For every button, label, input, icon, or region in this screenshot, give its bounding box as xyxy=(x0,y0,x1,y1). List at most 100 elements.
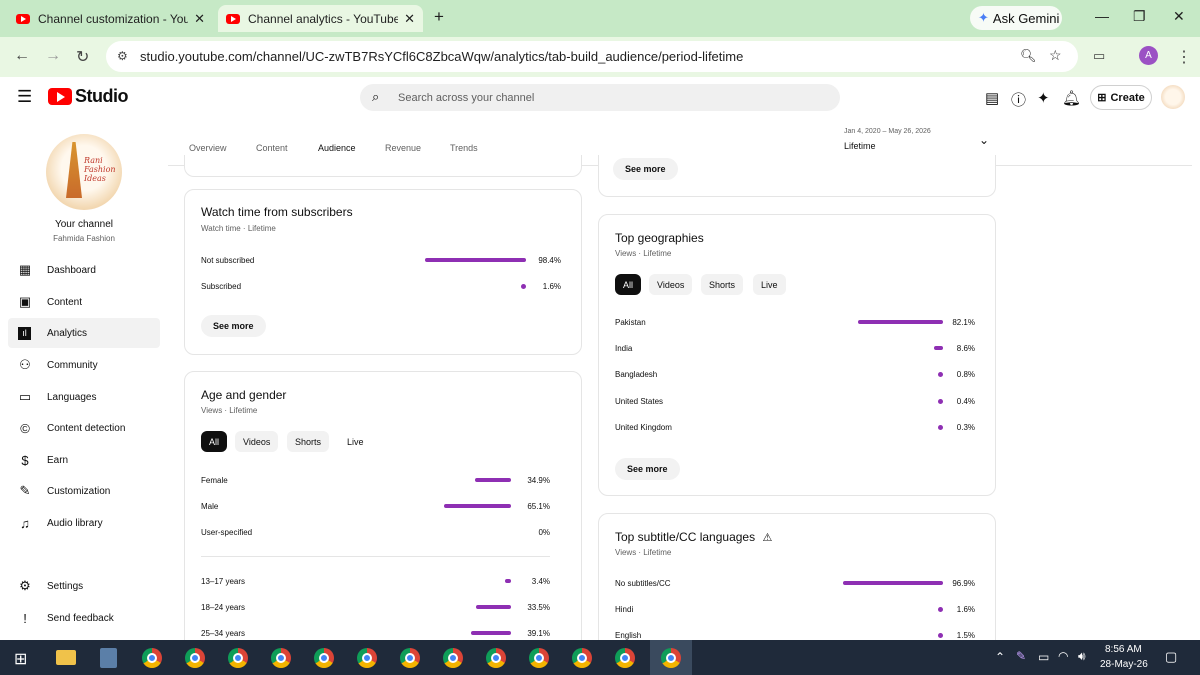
see-more-button[interactable]: See more xyxy=(613,158,678,180)
pen-icon[interactable]: ✎ xyxy=(1016,649,1026,663)
tray-chevron-icon[interactable]: ⌃ xyxy=(995,650,1005,664)
notifications-icon[interactable]: ▢ xyxy=(1165,649,1177,665)
sidebar-item-audio-library[interactable]: ♫ Audio library xyxy=(8,508,160,538)
tab-audience[interactable]: Audience xyxy=(318,143,356,153)
close-window-icon[interactable]: ✕ xyxy=(1173,8,1185,25)
sidebar-item-dashboard[interactable]: ▦ Dashboard xyxy=(8,255,160,285)
youtube-logo-icon[interactable] xyxy=(48,88,72,105)
tab-close-icon[interactable]: ✕ xyxy=(194,11,205,27)
wifi-icon[interactable]: ◠ xyxy=(1058,649,1068,663)
clock-date[interactable]: 28-May-26 xyxy=(1100,659,1148,670)
ask-gemini-button[interactable]: ✦ Ask Gemini xyxy=(970,6,1062,30)
file-explorer-icon[interactable] xyxy=(56,650,76,665)
sidebar-item-customization[interactable]: ✎ Customization xyxy=(8,476,160,506)
tab-trends[interactable]: Trends xyxy=(450,143,478,153)
ai-sparkle-icon[interactable]: ✦ xyxy=(1037,89,1050,107)
see-more-button[interactable]: See more xyxy=(615,458,680,480)
chrome-profile-icon[interactable] xyxy=(486,648,506,668)
address-bar[interactable]: ⚙ studio.youtube.com/channel/UC-zwTB7RsY… xyxy=(106,41,1078,72)
tab-close-icon[interactable]: ✕ xyxy=(404,11,415,27)
chrome-icon[interactable] xyxy=(142,648,162,668)
content-detection-icon: © xyxy=(20,420,30,436)
chrome-active-icon[interactable] xyxy=(661,648,681,668)
sidebar-item-send-feedback[interactable]: ! Send feedback xyxy=(8,603,160,633)
chrome-profile-icon[interactable] xyxy=(615,648,635,668)
sidebar-item-analytics[interactable]: ıl Analytics xyxy=(8,318,160,348)
analytics-icon: ıl xyxy=(18,326,31,340)
tab-content[interactable]: Content xyxy=(256,143,288,153)
period-label[interactable]: Lifetime xyxy=(844,141,876,151)
chip-all[interactable]: All xyxy=(201,431,228,452)
new-tab-button[interactable]: + xyxy=(434,7,444,27)
card-subtitle: Views · Lifetime xyxy=(201,406,258,415)
volume-icon[interactable]: 🔊︎ xyxy=(1078,649,1086,664)
reload-icon[interactable]: ↻ xyxy=(76,47,89,67)
chrome-profile-icon[interactable] xyxy=(529,648,549,668)
chip-all[interactable]: All xyxy=(615,274,642,295)
row-value: 0.4% xyxy=(956,397,975,406)
period-dropdown-chevron-icon[interactable]: ⌄ xyxy=(979,133,989,147)
bookmark-star-icon[interactable]: ☆ xyxy=(1049,47,1062,64)
comments-icon[interactable]: ▤ xyxy=(985,89,999,107)
notifications-bell-icon[interactable]: 🔔︎ xyxy=(1062,89,1081,107)
row-label: 13–17 years xyxy=(201,577,246,586)
see-more-button[interactable]: See more xyxy=(201,315,266,337)
channel-name[interactable]: Fahmida Fashion xyxy=(0,234,168,243)
tab-channel-analytics[interactable]: Channel analytics - YouTube St ✕ xyxy=(218,5,423,32)
sidebar-item-content-detection[interactable]: © Content detection xyxy=(8,413,160,443)
top-subtitle-languages-card: Top subtitle/CC languages ⚠ Views · Life… xyxy=(598,513,996,640)
minimize-icon[interactable]: — xyxy=(1095,8,1109,24)
chip-shorts[interactable]: Shorts xyxy=(701,274,744,295)
create-button[interactable]: ⊞ Create xyxy=(1090,85,1152,110)
chrome-profile-icon[interactable] xyxy=(443,648,463,668)
row-value: 0.8% xyxy=(956,370,975,379)
chrome-profile-icon[interactable] xyxy=(271,648,291,668)
row-value: 8.6% xyxy=(956,344,975,353)
clock-time[interactable]: 8:56 AM xyxy=(1105,644,1142,655)
chrome-profile-icon[interactable] xyxy=(228,648,248,668)
forward-icon[interactable]: → xyxy=(45,47,61,65)
search-input[interactable]: ⌕ Search across your channel xyxy=(360,84,840,111)
chip-live[interactable]: Live xyxy=(339,431,372,452)
chrome-profile-icon[interactable] xyxy=(185,648,205,668)
profile-avatar[interactable]: A xyxy=(1139,46,1158,65)
chip-videos[interactable]: Videos xyxy=(649,274,693,295)
site-info-icon[interactable]: ⚙ xyxy=(117,49,128,63)
community-icon: ⚇ xyxy=(19,357,31,372)
chip-shorts[interactable]: Shorts xyxy=(287,431,330,452)
sidebar-item-community[interactable]: ⚇ Community xyxy=(8,350,160,380)
sidebar-item-earn[interactable]: $ Earn xyxy=(8,445,160,475)
chrome-profile-icon[interactable] xyxy=(572,648,592,668)
chip-live[interactable]: Live xyxy=(753,274,786,295)
reading-list-icon[interactable]: ▭ xyxy=(1093,48,1105,64)
studio-logo-text[interactable]: Studio xyxy=(75,86,129,107)
calculator-icon[interactable] xyxy=(100,648,117,668)
search-placeholder: Search across your channel xyxy=(398,91,535,104)
hamburger-menu-icon[interactable]: ☰ xyxy=(17,87,32,107)
chrome-profile-icon[interactable] xyxy=(314,648,334,668)
warning-icon[interactable]: ⚠ xyxy=(762,532,772,544)
row-label: Not subscribed xyxy=(201,256,255,265)
row-value: 39.1% xyxy=(527,629,550,638)
battery-icon[interactable]: ▭ xyxy=(1038,650,1049,664)
help-icon[interactable]: ⓘ xyxy=(1011,89,1026,110)
tab-channel-customization[interactable]: Channel customization - YouTu ✕ xyxy=(8,5,213,32)
channel-avatar[interactable]: Rani Fashion Ideas xyxy=(46,134,122,210)
browser-menu-icon[interactable]: ⋮ xyxy=(1176,47,1192,67)
sidebar-item-content[interactable]: ▣ Content xyxy=(8,287,160,317)
card-title: Top geographies xyxy=(615,231,704,245)
tab-revenue[interactable]: Revenue xyxy=(385,143,421,153)
dashboard-icon: ▦ xyxy=(18,262,32,277)
back-icon[interactable]: ← xyxy=(14,47,30,65)
zoom-icon[interactable]: 🔍︎ xyxy=(1020,48,1037,64)
restore-icon[interactable]: ❐ xyxy=(1133,8,1146,25)
windows-start-icon[interactable]: ⊞ xyxy=(14,649,27,669)
account-avatar[interactable] xyxy=(1161,85,1185,109)
sidebar-item-settings[interactable]: ⚙ Settings xyxy=(8,571,160,601)
chip-videos[interactable]: Videos xyxy=(235,431,279,452)
chrome-profile-icon[interactable] xyxy=(357,648,377,668)
chrome-profile-icon[interactable] xyxy=(400,648,420,668)
sidebar-item-languages[interactable]: ▭ Languages xyxy=(8,382,160,412)
tab-overview[interactable]: Overview xyxy=(189,143,227,153)
sidebar: Rani Fashion Ideas Your channel Fahmida … xyxy=(0,119,168,640)
